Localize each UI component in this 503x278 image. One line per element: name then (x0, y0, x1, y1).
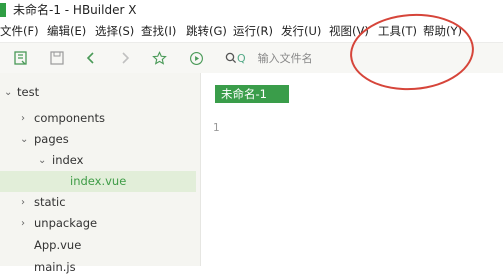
tree-label: pages (34, 132, 69, 146)
forward-arrow-icon[interactable] (116, 49, 134, 67)
tab-untitled-1[interactable]: 未命名-1 (215, 85, 289, 103)
window-title: 未命名-1 - HBuilder X (13, 3, 137, 17)
line-number: 1 (213, 122, 220, 134)
chevron-right-icon: › (21, 197, 25, 208)
search-input[interactable]: 输入文件名 (258, 50, 313, 66)
tree-item-app-vue[interactable]: App.vue (0, 235, 196, 256)
tree-label: test (17, 85, 40, 99)
tree-item-test[interactable]: ⌄ test (0, 82, 196, 103)
file-search-bar[interactable]: Q 输入文件名 (225, 49, 313, 67)
tree-item-main-js[interactable]: main.js (0, 257, 196, 278)
save-icon[interactable] (48, 49, 66, 67)
tree-label: static (34, 195, 66, 209)
search-icon (225, 52, 237, 64)
back-arrow-icon[interactable] (82, 49, 100, 67)
editor-area[interactable]: 未命名-1 1 (201, 73, 503, 266)
menu-edit[interactable]: 编辑(E) (47, 20, 86, 42)
tree-item-unpackage[interactable]: › unpackage (0, 213, 196, 234)
menu-run[interactable]: 运行(R) (233, 20, 273, 42)
menu-find[interactable]: 查找(I) (141, 20, 176, 42)
menu-select[interactable]: 选择(S) (95, 20, 134, 42)
hbuilder-logo-icon (0, 3, 6, 17)
tree-item-components[interactable]: › components (0, 108, 196, 129)
chevron-right-icon: › (21, 113, 25, 124)
search-prefix: Q (237, 51, 246, 65)
tree-label: main.js (34, 260, 76, 274)
chevron-down-icon: ⌄ (4, 87, 13, 98)
chevron-down-icon: ⌄ (38, 155, 47, 166)
chevron-down-icon: ⌄ (20, 134, 29, 145)
tree-item-pages[interactable]: ⌄ pages (0, 129, 196, 150)
tree-item-static[interactable]: › static (0, 192, 196, 213)
tree-label: unpackage (34, 216, 98, 230)
tree-label: App.vue (34, 238, 82, 252)
run-icon[interactable] (187, 49, 205, 67)
menu-goto[interactable]: 跳转(G) (186, 20, 227, 42)
tree-label: index.vue (70, 174, 127, 188)
menu-publish[interactable]: 发行(U) (281, 20, 321, 42)
project-explorer: ⌄ test › components ⌄ pages ⌄ index inde… (0, 73, 201, 274)
new-file-icon[interactable] (12, 49, 30, 67)
menu-file[interactable]: 文件(F) (0, 20, 39, 42)
tree-item-index-vue[interactable]: index.vue (0, 171, 196, 192)
tree-item-index[interactable]: ⌄ index (0, 150, 196, 171)
chevron-right-icon: › (21, 218, 25, 229)
tree-label: index (52, 153, 84, 167)
star-icon[interactable] (150, 49, 168, 67)
tree-label: components (34, 111, 106, 125)
